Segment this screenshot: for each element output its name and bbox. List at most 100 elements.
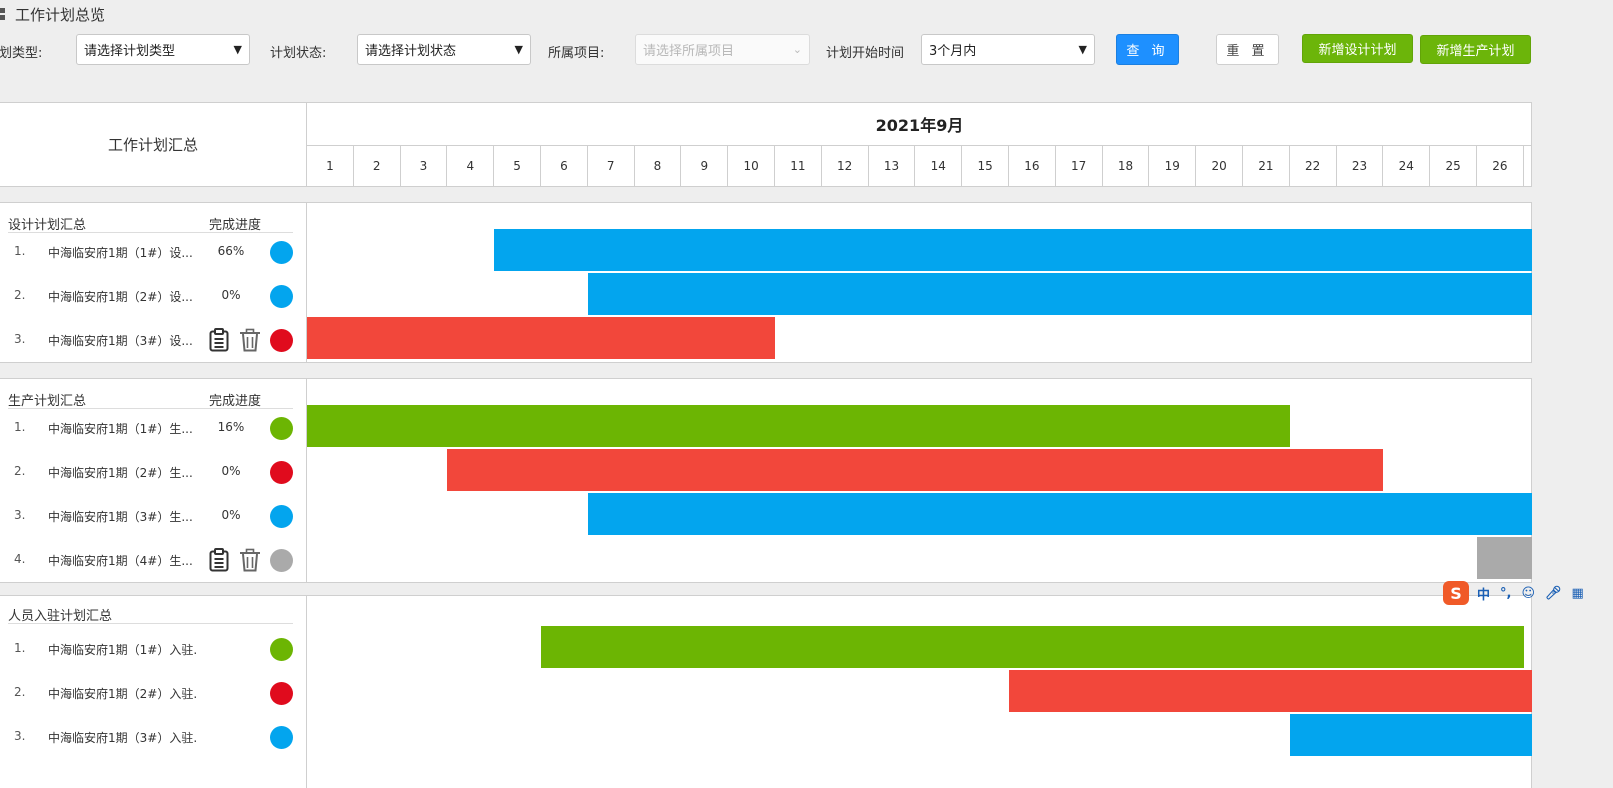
day-cell: 26 <box>1477 146 1524 186</box>
plan-row[interactable]: 1. 中海临安府1期（1#）入驻... <box>0 627 307 671</box>
progress-value: 16% <box>217 420 245 434</box>
plan-name[interactable]: 中海临安府1期（2#）生... <box>48 464 196 481</box>
status-dot <box>270 505 293 528</box>
day-cell: 5 <box>494 146 541 186</box>
gantt-bar[interactable] <box>1477 537 1532 579</box>
add-production-plan-button[interactable]: 新增生产计划 <box>1420 35 1531 64</box>
row-index: 1. <box>14 641 26 655</box>
day-cell: 9 <box>681 146 729 186</box>
start-time-label: 计划开始时间 <box>826 46 905 61</box>
gantt-bar[interactable] <box>307 405 1290 447</box>
section-list: 生产计划汇总 完成进度 1. 中海临安府1期（1#）生... 16% 2. 中海临安府1期（… <box>0 379 307 582</box>
trash-icon[interactable] <box>239 328 261 352</box>
plan-name[interactable]: 中海临安府1期（1#）入驻... <box>48 641 196 658</box>
status-dot <box>270 549 293 572</box>
query-button[interactable]: 查 询 <box>1116 34 1179 65</box>
day-cell: 20 <box>1196 146 1243 186</box>
gantt-bar[interactable] <box>307 317 775 359</box>
day-cell: 11 <box>775 146 822 186</box>
plan-row[interactable]: 3. 中海临安府1期（3#）入驻... <box>0 715 307 759</box>
gantt-bar[interactable] <box>1009 670 1532 712</box>
emoji-icon: ☺ <box>1521 585 1536 601</box>
plan-name[interactable]: 中海临安府1期（2#）设... <box>48 288 196 305</box>
day-cell: 24 <box>1383 146 1431 186</box>
summary-title: 工作计划汇总 <box>0 103 307 186</box>
plan-row[interactable]: 4. 中海临安府1期（4#）生... <box>0 538 307 582</box>
day-cell: 4 <box>447 146 495 186</box>
plan-name[interactable]: 中海临安府1期（1#）设... <box>48 244 196 261</box>
add-design-plan-button[interactable]: 新增设计计划 <box>1302 34 1413 63</box>
plan-status-select[interactable]: 请选择计划状态 ▼ <box>357 34 531 65</box>
status-dot <box>270 461 293 484</box>
progress-value: 0% <box>221 508 241 522</box>
day-cell: 6 <box>541 146 588 186</box>
plan-name[interactable]: 中海临安府1期（3#）入驻... <box>48 729 196 746</box>
plan-type-label: 计划类型: <box>0 46 43 61</box>
gantt-bar[interactable] <box>587 493 1532 535</box>
menu-icon <box>0 8 5 20</box>
clipboard-icon[interactable] <box>208 328 230 352</box>
plan-row[interactable]: 3. 中海临安府1期（3#）设... <box>0 318 307 362</box>
plan-status-label: 计划状态: <box>270 46 327 61</box>
progress-value: 66% <box>217 244 245 258</box>
plan-name[interactable]: 中海临安府1期（2#）入驻... <box>48 685 196 702</box>
gantt-bar[interactable] <box>447 449 1384 491</box>
microphone-icon: 🎤︎ <box>1545 585 1562 601</box>
day-cell: 2 <box>354 146 401 186</box>
day-cell: 1 <box>307 146 354 186</box>
start-time-select[interactable]: 3个月内 ▼ <box>921 34 1095 65</box>
page-header: 工作计划总览 <box>0 0 105 28</box>
day-cell: 18 <box>1103 146 1150 186</box>
day-cell: 14 <box>915 146 963 186</box>
row-index: 1. <box>14 420 26 434</box>
gantt-bar[interactable] <box>494 229 1532 271</box>
row-index: 3. <box>14 508 26 522</box>
section-separator <box>0 582 1532 596</box>
plan-name[interactable]: 中海临安府1期（1#）生... <box>48 420 196 437</box>
reset-button[interactable]: 重 置 <box>1216 34 1279 65</box>
day-cell: 21 <box>1243 146 1290 186</box>
day-cell: 13 <box>869 146 916 186</box>
day-cell: 10 <box>728 146 775 186</box>
plan-type-select[interactable]: 请选择计划类型 ▼ <box>76 34 250 65</box>
status-dot <box>270 682 293 705</box>
status-dot <box>270 329 293 352</box>
plan-row[interactable]: 3. 中海临安府1期（3#）生... 0% <box>0 494 307 538</box>
plan-row[interactable]: 2. 中海临安府1期（2#）入驻... <box>0 671 307 715</box>
plan-name[interactable]: 中海临安府1期（3#）生... <box>48 508 196 525</box>
day-cell: 12 <box>822 146 869 186</box>
gantt-chart: 工作计划汇总 2021年9月 1 2 3 4 5 6 7 8 9 10 11 12 13 14 15 16 17… <box>0 102 1532 788</box>
section-header: 人员入驻计划汇总 <box>8 602 293 624</box>
ime-punct-icon: °, <box>1500 585 1512 601</box>
status-dot <box>270 417 293 440</box>
plan-row[interactable]: 2. 中海临安府1期（2#）生... 0% <box>0 450 307 494</box>
gantt-bar[interactable] <box>587 273 1532 315</box>
plan-row[interactable]: 1. 中海临安府1期（1#）生... 16% <box>0 406 307 450</box>
row-index: 4. <box>14 552 26 566</box>
day-cell: 19 <box>1149 146 1197 186</box>
page-title: 工作计划总览 <box>15 5 106 24</box>
section-title: 人员入驻计划汇总 <box>8 609 113 624</box>
filter-bar: 计划类型: 请选择计划类型 ▼ 计划状态: 请选择计划状态 ▼ 所属项目: 请选… <box>0 30 1613 70</box>
ime-mode-label: 中 <box>1477 587 1491 603</box>
trash-icon[interactable] <box>239 548 261 572</box>
row-index: 2. <box>14 685 26 699</box>
day-header: 1 2 3 4 5 6 7 8 9 10 11 12 13 14 15 16 17 18 19 20 21 22 23 24 2… <box>307 146 1532 186</box>
project-select[interactable]: 请选择所属项目 ⌄ <box>635 34 810 65</box>
day-cell: 15 <box>962 146 1009 186</box>
day-cell: 3 <box>401 146 448 186</box>
day-cell: 17 <box>1056 146 1103 186</box>
month-header: 2021年9月 <box>307 103 1532 146</box>
gantt-bar[interactable] <box>1289 714 1532 756</box>
day-cell: 16 <box>1009 146 1056 186</box>
plan-name[interactable]: 中海临安府1期（4#）生... <box>48 552 196 569</box>
plan-row[interactable]: 1. 中海临安府1期（1#）设... 66% <box>0 230 307 274</box>
plan-name[interactable]: 中海临安府1期（3#）设... <box>48 332 196 349</box>
progress-value: 0% <box>221 464 241 478</box>
row-index: 1. <box>14 244 26 258</box>
clipboard-icon[interactable] <box>208 548 230 572</box>
progress-value: 0% <box>221 288 241 302</box>
plan-row[interactable]: 2. 中海临安府1期（2#）设... 0% <box>0 274 307 318</box>
gantt-bar[interactable] <box>541 626 1524 668</box>
ime-toolbar[interactable]: S 中 °, ☺ 🎤︎ ▦ <box>1443 580 1613 606</box>
